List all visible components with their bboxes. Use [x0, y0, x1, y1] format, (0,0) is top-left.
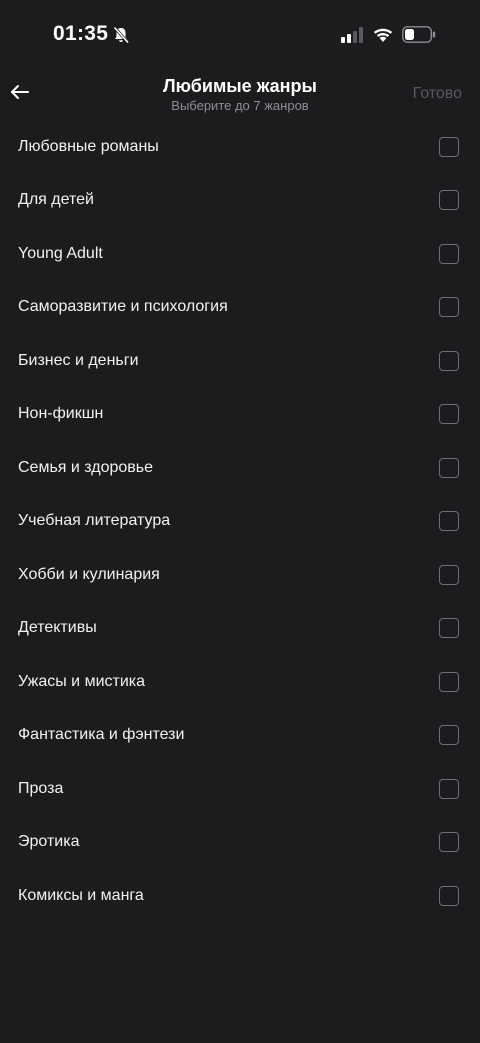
genre-label: Хобби и кулинария	[18, 565, 160, 583]
genre-item[interactable]: Нон-фикшн	[0, 388, 480, 442]
genre-label: Семья и здоровье	[18, 458, 154, 476]
genre-checkbox[interactable]	[439, 778, 459, 799]
genre-checkbox[interactable]	[439, 297, 459, 318]
genre-checkbox[interactable]	[439, 457, 459, 478]
page-title: Любимые жанры	[163, 76, 317, 96]
genre-label: Бизнес и деньги	[18, 351, 139, 369]
genre-item[interactable]: Фантастика и фэнтези	[0, 709, 480, 763]
genre-label: Нон-фикшн	[18, 405, 104, 423]
genre-item[interactable]: Учебная литература	[0, 495, 480, 549]
status-bar: 01:35	[0, 0, 480, 70]
header: Любимые жанры Выберите до 7 жанров Готов…	[0, 70, 480, 122]
genre-item[interactable]: Хобби и кулинария	[0, 548, 480, 602]
genre-item[interactable]: Эротика	[0, 816, 480, 870]
genre-checkbox[interactable]	[439, 136, 459, 157]
genre-checkbox[interactable]	[439, 671, 459, 692]
genre-label: Young Adult	[18, 244, 103, 262]
genre-item[interactable]: Бизнес и деньги	[0, 334, 480, 388]
genre-checkbox[interactable]	[439, 564, 459, 585]
genre-checkbox[interactable]	[439, 618, 459, 639]
genre-label: Детективы	[18, 619, 97, 637]
genre-checkbox[interactable]	[439, 350, 459, 371]
genre-label: Саморазвитие и психология	[18, 298, 228, 316]
genre-item[interactable]: Любовные романы	[0, 120, 480, 174]
bell-slash-icon	[112, 26, 130, 44]
genre-checkbox[interactable]	[439, 243, 459, 264]
genre-label: Ужасы и мистика	[18, 672, 146, 690]
done-button[interactable]: Готово	[413, 85, 462, 103]
cellular-signal-icon	[341, 27, 363, 43]
wifi-icon	[372, 25, 394, 43]
genre-label: Проза	[18, 779, 64, 797]
genre-checkbox[interactable]	[439, 404, 459, 425]
genre-item[interactable]: Ужасы и мистика	[0, 655, 480, 709]
genre-checkbox[interactable]	[439, 511, 459, 532]
battery-icon	[402, 26, 436, 43]
genre-list: Любовные романы Для детей Young Adult Са…	[0, 120, 480, 923]
genre-item[interactable]: Young Adult	[0, 227, 480, 281]
genre-checkbox[interactable]	[439, 832, 459, 853]
genre-item[interactable]: Проза	[0, 762, 480, 816]
status-time: 01:35	[53, 22, 109, 45]
genre-checkbox[interactable]	[439, 885, 459, 906]
genre-item[interactable]: Детективы	[0, 602, 480, 656]
genre-item[interactable]: Для детей	[0, 174, 480, 228]
genre-checkbox[interactable]	[439, 190, 459, 211]
genre-label: Учебная литература	[18, 512, 171, 530]
genre-checkbox[interactable]	[439, 725, 459, 746]
genre-label: Для детей	[18, 191, 94, 209]
genre-item[interactable]: Комиксы и манга	[0, 869, 480, 923]
genre-item[interactable]: Саморазвитие и психология	[0, 281, 480, 335]
genre-label: Комиксы и манга	[18, 886, 144, 904]
genre-label: Эротика	[18, 833, 80, 851]
genre-label: Любовные романы	[18, 137, 159, 155]
page-subtitle: Выберите до 7 жанров	[171, 98, 309, 113]
screen: 01:35 Любимые жанры Выберите до 7 жанров…	[0, 0, 480, 1043]
genre-label: Фантастика и фэнтези	[18, 726, 185, 744]
genre-item[interactable]: Семья и здоровье	[0, 441, 480, 495]
